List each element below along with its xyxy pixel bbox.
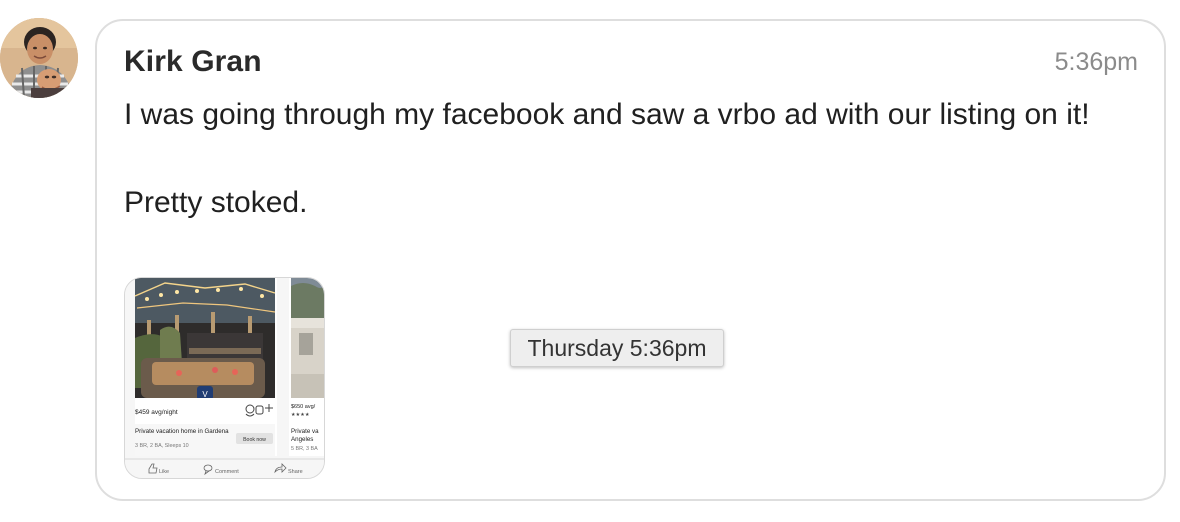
- svg-text:★★★★: ★★★★: [291, 412, 310, 418]
- card1-title: Private vacation home in Gardena: [135, 428, 229, 435]
- attachment-preview: V $459 avg/night Private vacation home i…: [125, 278, 324, 478]
- avatar-photo: [0, 18, 78, 98]
- card2-price: $650 avg/: [291, 404, 316, 410]
- timestamp-tooltip: Thursday 5:36pm: [510, 329, 724, 367]
- card2-details: 5 BR, 3 BA: [291, 446, 318, 452]
- svg-text:V: V: [202, 390, 208, 399]
- message-time: 5:36pm: [1054, 48, 1138, 76]
- card1-price: $459 avg/night: [135, 409, 178, 416]
- card1-details: 3 BR, 2 BA, Sleeps 10: [135, 443, 189, 449]
- card2-subtitle: Angeles: [291, 436, 313, 443]
- message-paragraph: I was going through my facebook and saw …: [124, 98, 1090, 131]
- message-thread: Kirk Gran 5:36pm I was going through my …: [0, 0, 1180, 522]
- card2-title: Private va: [291, 428, 319, 435]
- like-action[interactable]: Like: [159, 469, 169, 475]
- image-attachment[interactable]: V $459 avg/night Private vacation home i…: [124, 277, 325, 479]
- message-bubble: Kirk Gran 5:36pm I was going through my …: [95, 19, 1166, 501]
- avatar[interactable]: [0, 18, 78, 98]
- message-body: I was going through my facebook and saw …: [124, 93, 1134, 225]
- card1-book-now[interactable]: Book now: [243, 437, 266, 443]
- comment-action[interactable]: Comment: [215, 469, 239, 475]
- sender-name: Kirk Gran: [124, 45, 262, 78]
- share-action[interactable]: Share: [288, 469, 303, 475]
- message-paragraph: Pretty stoked.: [124, 186, 308, 219]
